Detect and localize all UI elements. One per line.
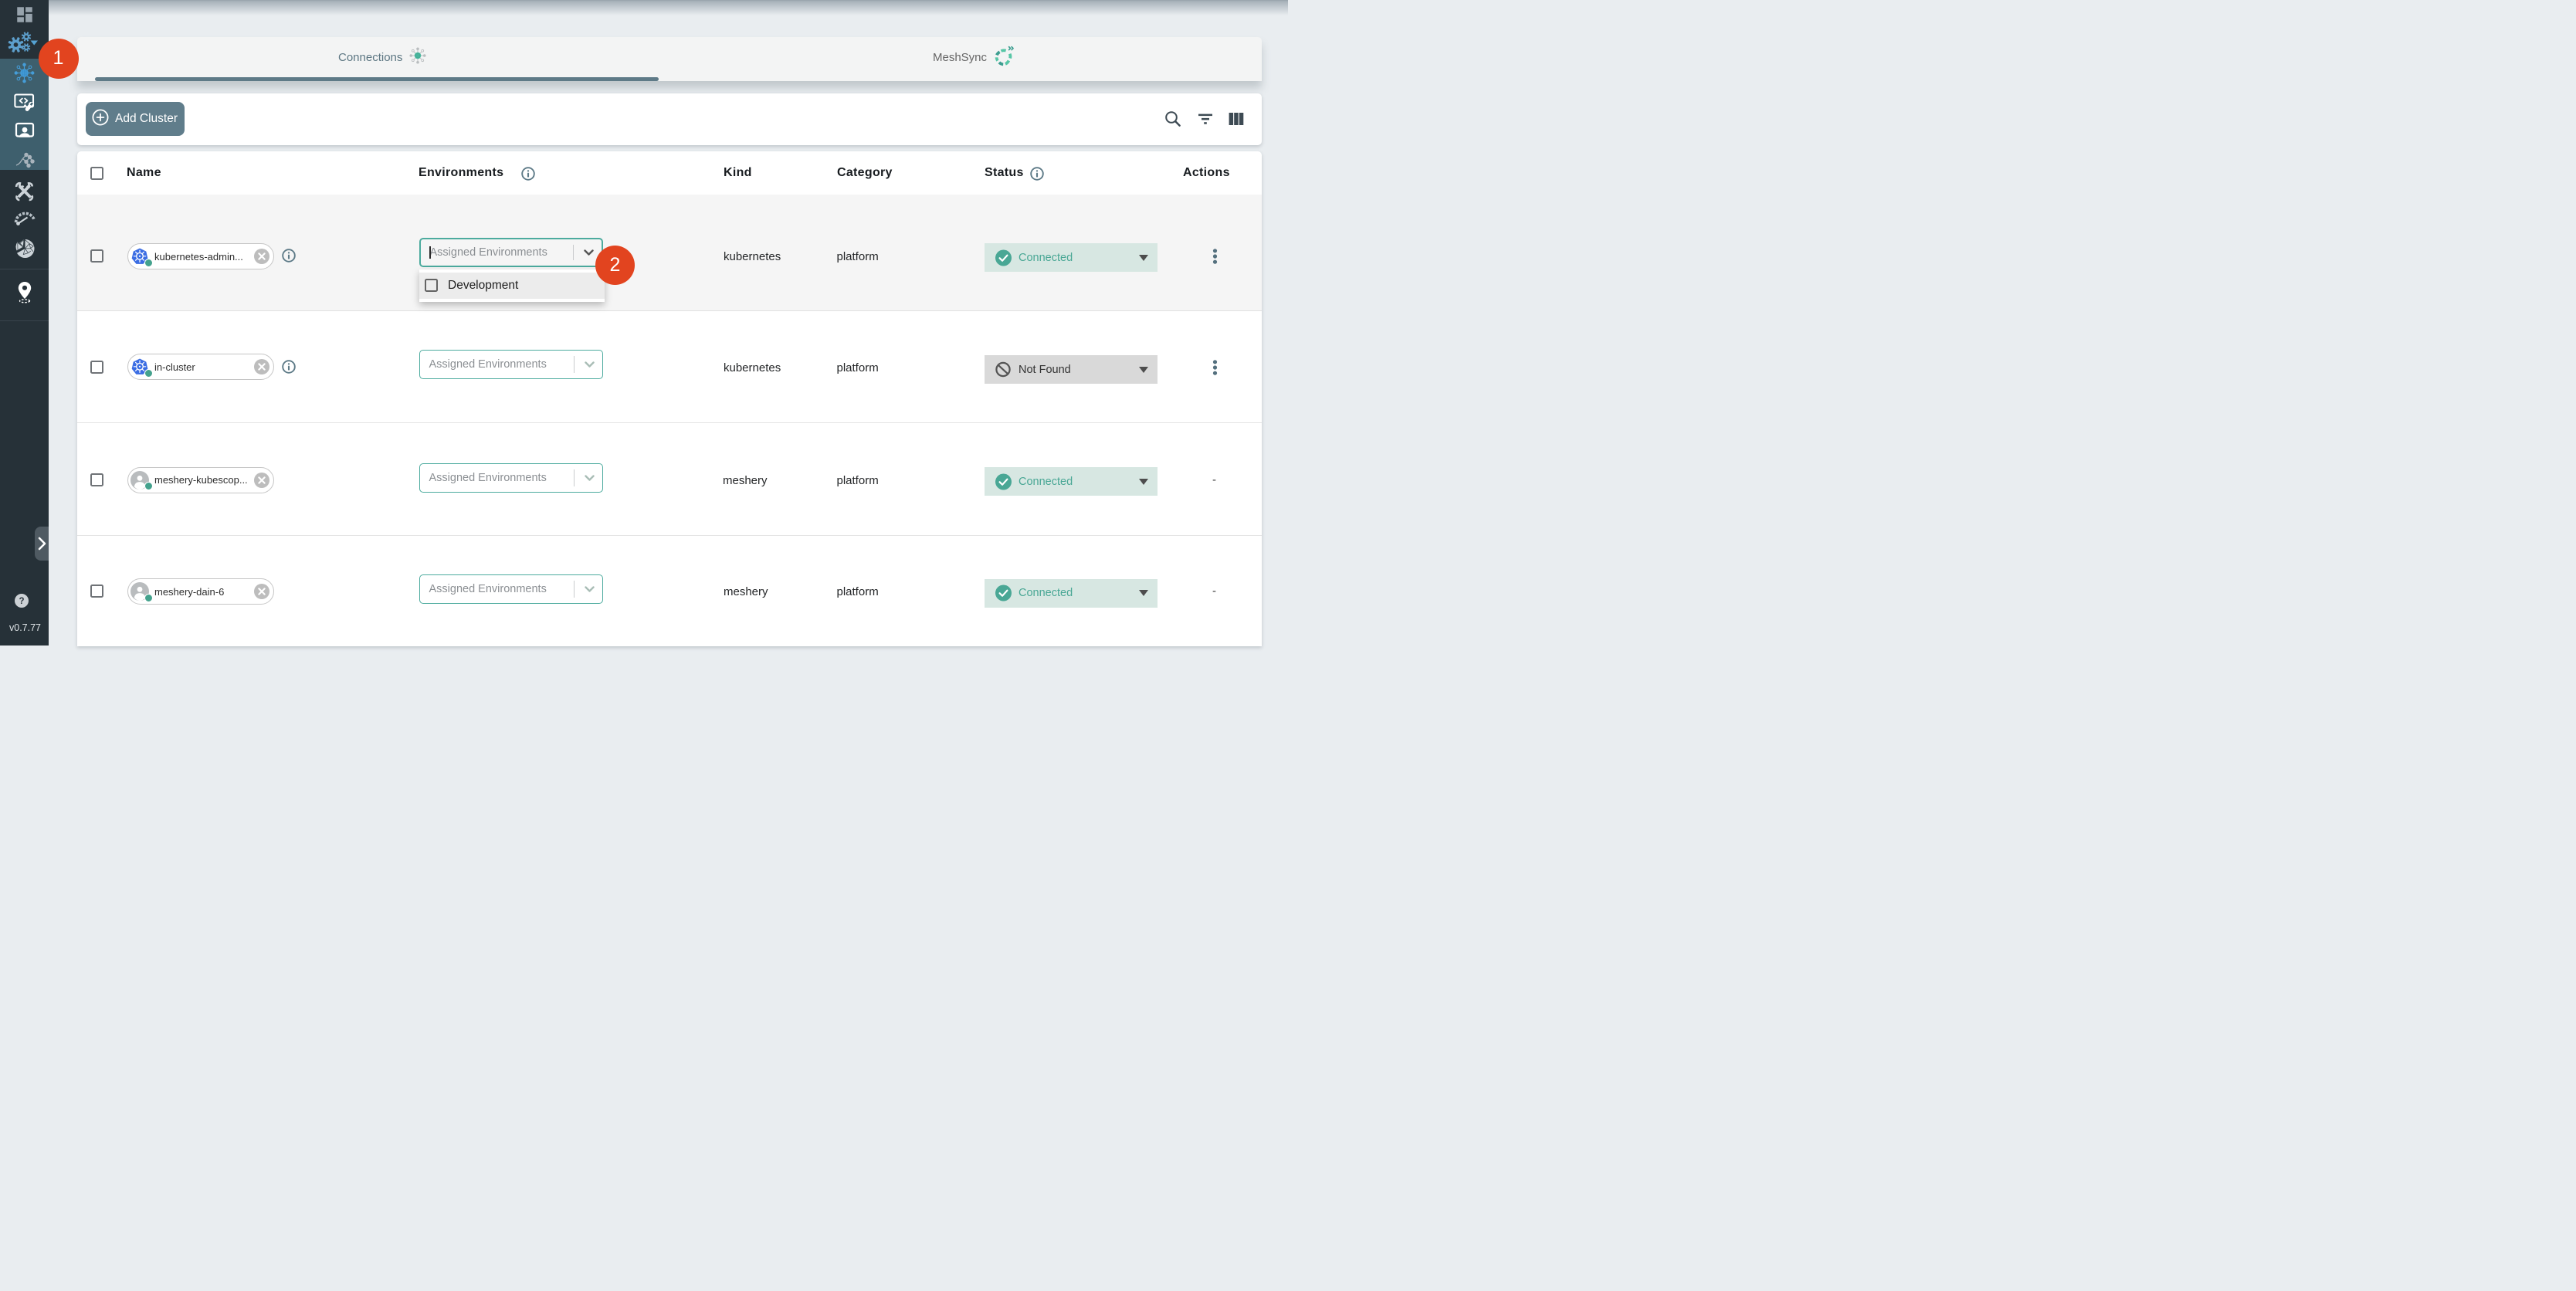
svg-text:?: ? <box>19 597 24 606</box>
